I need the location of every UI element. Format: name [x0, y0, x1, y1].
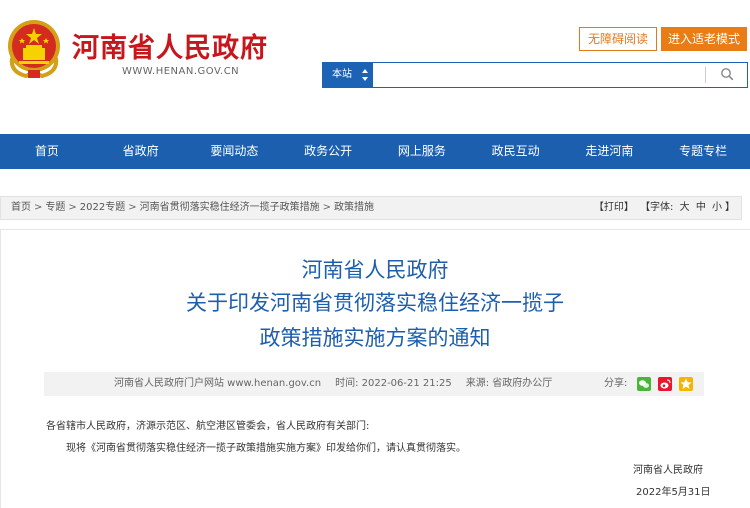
- article-title-line-1: 河南省人民政府: [301, 258, 449, 282]
- breadcrumb-separator: >: [322, 202, 332, 213]
- font-size-large-button[interactable]: 大: [680, 202, 690, 213]
- search-box: 本站: [322, 62, 748, 88]
- search-divider: [705, 67, 706, 83]
- nav-item-government-affairs[interactable]: 政务公开: [281, 134, 375, 169]
- breadcrumb-link-home[interactable]: 首页: [11, 202, 31, 213]
- article-signature: 河南省人民政府: [633, 465, 703, 476]
- nav-item-special-topics[interactable]: 专题专栏: [656, 134, 750, 169]
- breadcrumb: 首页 > 专题 >2022专题 > 河南省贯彻落实稳住经济一揽子政策措施 > 政策措施: [11, 197, 374, 219]
- article-meta-bar: 河南省人民政府门户网站 www.henan.gov.cn 时间: 2022-06-…: [44, 372, 704, 396]
- breadcrumb-bar: 首页 > 专题 >2022专题 > 河南省贯彻落实稳住经济一揽子政策措施 > 政策措施 【打印…: [0, 196, 742, 220]
- article-recipients: 各省辖市人民政府，济源示范区、航空港区管委会，省人民政府有关部门:: [46, 421, 370, 432]
- breadcrumb-separator: >: [128, 202, 137, 213]
- article-origin: 来源: 省政府办公厅: [465, 378, 553, 389]
- print-button[interactable]: 【打印】: [594, 202, 634, 213]
- nav-item-about-henan[interactable]: 走进河南: [563, 134, 657, 169]
- breadcrumb-link-topics[interactable]: 专题: [45, 202, 65, 213]
- article-title-line-2: 关于印发河南省贯彻落实稳住经济一揽子: [186, 291, 564, 315]
- search-input[interactable]: [377, 65, 717, 85]
- article-meta: 河南省人民政府门户网站 www.henan.gov.cn 时间: 2022-06-…: [114, 372, 552, 396]
- wechat-share-icon[interactable]: [637, 377, 651, 391]
- share-label: 分享:: [604, 378, 628, 389]
- nav-item-home[interactable]: 首页: [0, 134, 94, 169]
- article-date: 2022年5月31日: [636, 487, 711, 498]
- nav-item-news[interactable]: 要闻动态: [188, 134, 282, 169]
- article-tools: 【打印】 【字体: 大 中 小】: [591, 197, 735, 219]
- national-emblem-icon: [8, 20, 60, 79]
- search-icon[interactable]: [720, 67, 734, 81]
- qzone-share-icon[interactable]: [679, 377, 693, 391]
- nav-item-online-services[interactable]: 网上服务: [375, 134, 469, 169]
- nav-item-public-interaction[interactable]: 政民互动: [469, 134, 563, 169]
- accessibility-reading-button[interactable]: 无障碍阅读: [579, 27, 657, 51]
- breadcrumb-separator: >: [34, 202, 43, 213]
- site-title[interactable]: 河南省人民政府: [72, 26, 268, 65]
- article-body-paragraph: 现将《河南省贯彻落实稳住经济一揽子政策措施实施方案》印发给你们，请认真贯彻落实。: [66, 443, 466, 454]
- article-source-site: 河南省人民政府门户网站 www.henan.gov.cn: [114, 378, 322, 389]
- font-size-medium-button[interactable]: 中: [696, 202, 706, 213]
- site-url: WWW.HENAN.GOV.CN: [122, 66, 240, 77]
- search-scope-label: 本站: [332, 69, 352, 80]
- weibo-share-icon[interactable]: [658, 377, 672, 391]
- font-size-small-button[interactable]: 小: [712, 202, 722, 213]
- breadcrumb-separator: >: [68, 202, 77, 213]
- breadcrumb-link-2022-topics[interactable]: 2022专题: [80, 202, 125, 213]
- search-scope-select[interactable]: 本站: [323, 63, 373, 87]
- breadcrumb-link-policy-measures[interactable]: 政策措施: [334, 202, 374, 213]
- updown-arrow-icon: [362, 69, 368, 81]
- font-size-label: 【字体:: [640, 202, 674, 213]
- main-nav: 首页 省政府 要闻动态 政务公开 网上服务 政民互动 走进河南 专题专栏: [0, 134, 750, 169]
- article-datetime: 时间: 2022-06-21 21:25: [335, 378, 452, 389]
- breadcrumb-link-policy-package[interactable]: 河南省贯彻落实稳住经济一揽子政策措施: [140, 202, 320, 213]
- elder-mode-button[interactable]: 进入适老模式: [661, 27, 747, 51]
- font-size-label-end: 】: [725, 202, 735, 213]
- article-title-line-3: 政策措施实施方案的通知: [259, 326, 491, 350]
- nav-item-provincial-government[interactable]: 省政府: [94, 134, 188, 169]
- site-header: 河南省人民政府 WWW.HENAN.GOV.CN 无障碍阅读 进入适老模式 本站: [0, 0, 750, 134]
